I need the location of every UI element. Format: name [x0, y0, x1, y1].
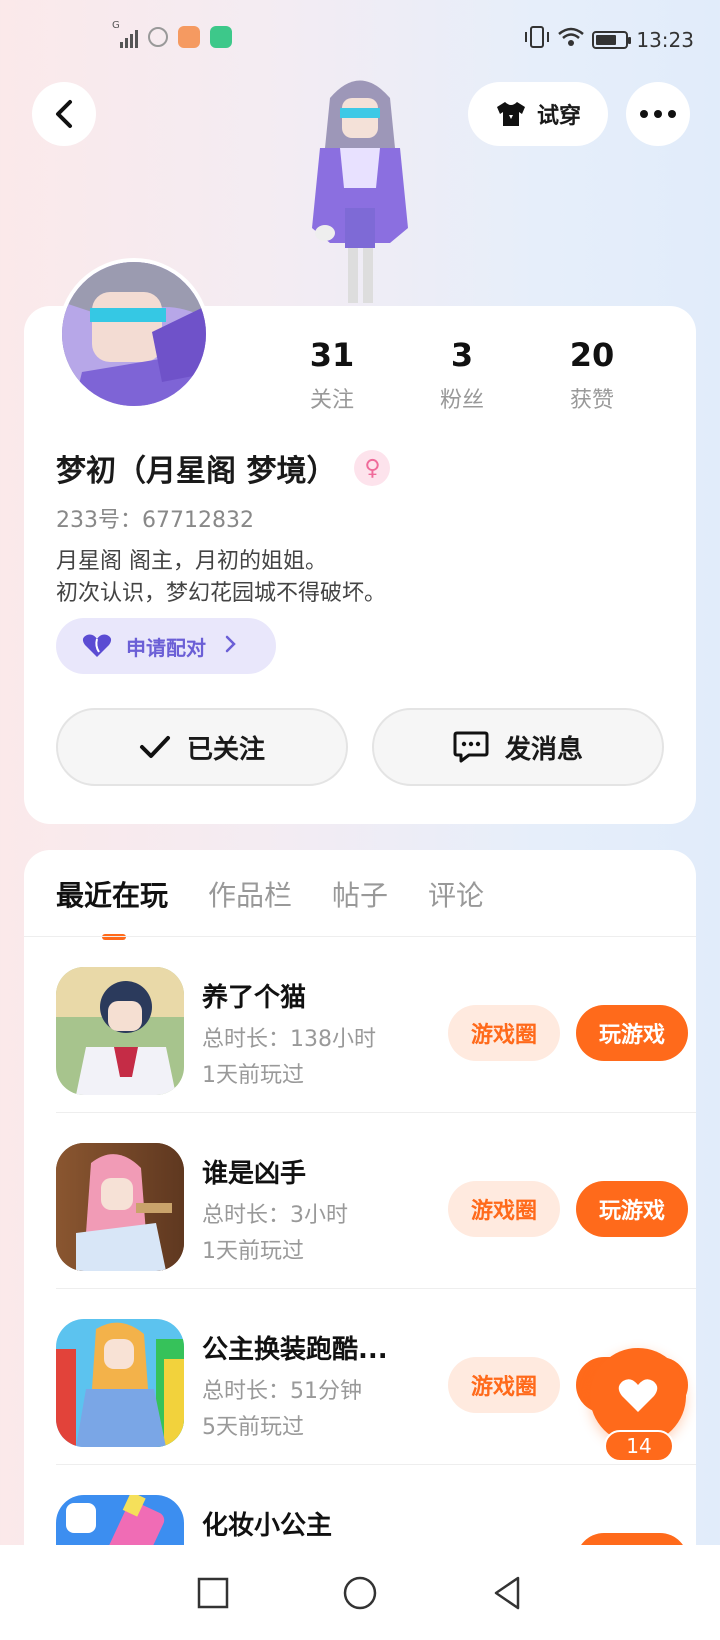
app-notification-icon — [178, 26, 200, 48]
game-last-played: 1天前玩过 — [202, 1239, 304, 1264]
user-id[interactable]: 233号：67712832 — [56, 502, 254, 534]
back-button[interactable] — [32, 82, 96, 146]
game-circle-button[interactable]: 游戏圈 — [448, 1181, 560, 1237]
apply-pair-label: 申请配对 — [126, 635, 206, 660]
chevron-left-icon — [56, 100, 72, 128]
game-thumbnail[interactable] — [56, 1319, 184, 1447]
game-thumbnail[interactable] — [56, 1143, 184, 1271]
nav-back-button[interactable] — [487, 1573, 527, 1613]
heart-icon — [618, 1379, 658, 1412]
tab-works[interactable]: 作品栏 — [208, 874, 292, 914]
triangle-back-icon — [494, 1576, 519, 1609]
recent-games-card: 最近在玩 作品栏 帖子 评论 养了个猫 总时长：138小时 1天前玩过 游戏圈 … — [24, 850, 696, 1640]
system-nav-bar — [0, 1545, 720, 1640]
game-row[interactable]: 公主换装跑酷... 总时长：51分钟 5天前玩过 游戏圈 玩游戏 — [56, 1289, 696, 1465]
game-last-played: 5天前玩过 — [202, 1415, 304, 1440]
play-game-button[interactable]: 玩游戏 — [576, 1005, 688, 1061]
game-duration: 总时长：51分钟 — [202, 1379, 362, 1404]
bio-line-1: 月星阁 阁主，月初的姐姐。 — [56, 549, 327, 574]
settings-icon — [148, 27, 168, 47]
game-last-played: 1天前玩过 — [202, 1063, 304, 1088]
following-label: 关注 — [309, 388, 354, 413]
following-stat[interactable]: 31 关注 — [282, 336, 382, 414]
game-circle-button[interactable]: 游戏圈 — [448, 1005, 560, 1061]
more-button[interactable] — [626, 82, 690, 146]
chevron-right-icon — [224, 634, 236, 658]
game-row[interactable]: 养了个猫 总时长：138小时 1天前玩过 游戏圈 玩游戏 — [56, 937, 696, 1113]
like-count-badge: 14 — [604, 1430, 674, 1462]
name-row: 梦初（月星阁 梦境） ♀ — [56, 446, 391, 490]
game-row[interactable]: 谁是凶手 总时长：3小时 1天前玩过 游戏圈 玩游戏 — [56, 1113, 696, 1289]
recent-apps-button[interactable] — [193, 1573, 233, 1613]
user-name: 梦初（月星阁 梦境） — [56, 454, 337, 489]
send-message-label: 发消息 — [504, 734, 583, 765]
wifi-icon — [558, 27, 585, 52]
apply-pair-button[interactable]: 申请配对 — [56, 618, 276, 674]
play-game-button[interactable]: 玩游戏 — [576, 1181, 688, 1237]
game-duration: 总时长：138小时 — [202, 1027, 376, 1052]
game-title: 谁是凶手 — [202, 1159, 307, 1189]
status-left: G — [112, 20, 232, 48]
game-title: 养了个猫 — [202, 983, 307, 1013]
likes-count: 20 — [569, 336, 615, 374]
profile-tabs: 最近在玩 作品栏 帖子 评论 — [56, 874, 484, 940]
send-message-button[interactable]: 发消息 — [372, 708, 664, 786]
tshirt-icon — [496, 102, 525, 126]
status-time: 13:23 — [636, 27, 694, 52]
tab-posts[interactable]: 帖子 — [332, 874, 388, 914]
camera-icon — [210, 26, 232, 48]
female-icon: ♀ — [354, 450, 391, 486]
try-on-label: 试穿 — [536, 104, 581, 129]
square-icon — [198, 1577, 229, 1608]
fans-label: 粉丝 — [439, 388, 484, 413]
vibrate-icon — [524, 26, 550, 53]
chat-bubble-icon — [453, 731, 489, 763]
try-on-button[interactable]: 试穿 — [468, 82, 608, 146]
game-title: 化妆小公主 — [202, 1511, 333, 1541]
fans-stat[interactable]: 3 粉丝 — [412, 336, 512, 414]
avatar-figure[interactable] — [290, 68, 430, 308]
likes-stat[interactable]: 20 获赞 — [542, 336, 642, 414]
user-bio: 月星阁 阁主，月初的姐姐。 初次认识，梦幻花园城不得破坏。 — [56, 546, 386, 610]
heart-pair-icon — [82, 634, 112, 657]
fans-count: 3 — [450, 336, 474, 374]
user-avatar[interactable] — [58, 258, 210, 410]
circle-icon — [343, 1576, 377, 1609]
tab-comments[interactable]: 评论 — [428, 874, 484, 914]
network-type: G — [112, 20, 120, 31]
bio-line-2: 初次认识，梦幻花园城不得破坏。 — [56, 581, 387, 606]
status-right: 13:23 — [524, 26, 694, 53]
game-duration: 总时长：3小时 — [202, 1203, 348, 1228]
battery-icon — [592, 30, 632, 49]
game-title: 公主换装跑酷... — [202, 1335, 388, 1365]
more-dots-icon — [640, 110, 676, 118]
game-thumbnail[interactable] — [56, 967, 184, 1095]
followed-label: 已关注 — [186, 734, 265, 765]
home-button[interactable] — [340, 1573, 380, 1613]
signal-icon: G — [112, 20, 138, 48]
likes-label: 获赞 — [569, 388, 614, 413]
check-icon — [139, 736, 170, 758]
game-circle-button[interactable]: 游戏圈 — [448, 1357, 560, 1413]
following-count: 31 — [309, 336, 355, 374]
followed-button[interactable]: 已关注 — [56, 708, 348, 786]
tab-recent-played[interactable]: 最近在玩 — [56, 874, 168, 940]
